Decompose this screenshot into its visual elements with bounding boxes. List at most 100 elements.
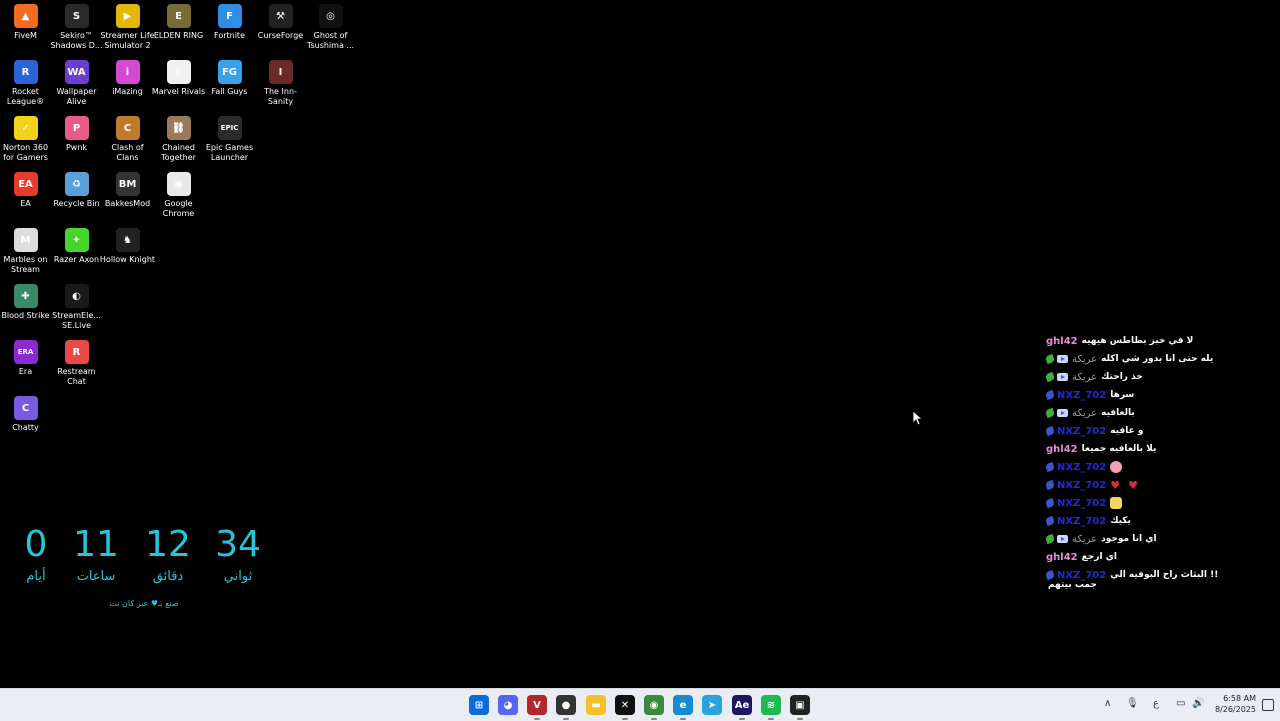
- countdown-label: أيام: [26, 569, 46, 584]
- taskbar-windows-start-icon[interactable]: ⊞: [469, 695, 489, 715]
- chat-username: NXZ_702: [1057, 515, 1107, 527]
- app-icon: ♞: [115, 228, 140, 252]
- desktop-icon-fall-guys[interactable]: FG Fall Guys: [204, 56, 255, 97]
- desktop-icon-sekiro-shadows-d[interactable]: S Sekiro™ Shadows D...: [50, 0, 103, 51]
- heart-emote-icon: ♥: [1128, 478, 1138, 492]
- chat-username: ghl42: [1046, 551, 1078, 563]
- app-icon: E: [166, 4, 191, 28]
- desktop-icon-restream-chat[interactable]: R Restream Chat: [51, 336, 102, 387]
- desktop-icon-epic-games-launcher[interactable]: EPIC Epic Games Launcher: [204, 112, 255, 163]
- desktop-icon-label: Fall Guys: [211, 87, 248, 96]
- chat-text: سرها: [1110, 390, 1135, 400]
- desktop-icon-clash-of-clans[interactable]: C Clash of Clans: [102, 112, 153, 163]
- desktop-icon-elden-ring[interactable]: E ELDEN RING: [153, 0, 204, 41]
- desktop-icon-marvel-rivals[interactable]: ▯ Marvel Rivals: [151, 56, 206, 97]
- desktop-icon-marbles-on-stream[interactable]: M Marbles on Stream: [0, 224, 51, 275]
- leaf-badge-icon: [1044, 353, 1056, 365]
- microphone-icon[interactable]: 🎙: [1126, 698, 1139, 709]
- tray-overflow-icon[interactable]: ∧: [1104, 698, 1111, 709]
- desktop-icon-fortnite[interactable]: F Fortnite: [204, 0, 255, 41]
- desktop-icon-fivem[interactable]: ▲ FiveM: [0, 0, 51, 41]
- desktop-icon-hollow-knight[interactable]: ♞ Hollow Knight: [100, 224, 155, 265]
- language-indicator[interactable]: ع: [1153, 698, 1159, 709]
- notification-icon[interactable]: [1262, 699, 1274, 711]
- desktop-icon-rocket-league[interactable]: R Rocket League®: [0, 56, 51, 107]
- countdown-label: دقائق: [152, 569, 184, 584]
- desktop-icon-razer-axon[interactable]: ✦ Razer Axon: [51, 224, 102, 265]
- desktop-icon-label: Google Chrome: [162, 199, 195, 218]
- desktop-icons: ▲ FiveM S Sekiro™ Shadows D... ▶ Streamer Lif…: [0, 0, 360, 450]
- taskbar-after-effects-icon[interactable]: Ae: [732, 695, 752, 720]
- chat-message: ghl42 لا في خبز بطاطس هيهيه: [1046, 332, 1278, 350]
- desktop-icon-label: CurseForge: [257, 31, 304, 40]
- taskbar-capcut-icon[interactable]: ✕: [615, 695, 635, 720]
- chat-username: عريكة: [1072, 407, 1098, 419]
- clock[interactable]: 6:58 AM 8/26/2025: [1215, 693, 1256, 715]
- youtube-badge-icon: [1057, 373, 1068, 381]
- taskbar-telegram-icon[interactable]: ➤: [702, 695, 722, 715]
- app-icon: BM: [115, 172, 140, 196]
- desktop-icon-imazing[interactable]: i iMazing: [102, 56, 153, 97]
- app-icon: ⛓: [166, 116, 191, 140]
- desktop-icon-bakkesmod[interactable]: BM BakkesMod: [102, 168, 153, 209]
- desktop-icon-wallpaper-alive[interactable]: WA Wallpaper Alive: [51, 56, 102, 107]
- taskbar-edge-icon[interactable]: e: [673, 695, 693, 720]
- app-icon: ✦: [64, 228, 89, 252]
- chat-message: ghl42 اي ارجع: [1046, 548, 1278, 566]
- desktop-icon-pwnk[interactable]: P Pwnk: [51, 112, 102, 153]
- chat-message: NXZ_702 ♥ ♥: [1044, 476, 1278, 494]
- clock-date: 8/26/2025: [1214, 705, 1256, 714]
- chat-text: البثاث راح البوفيه الي !!: [1110, 570, 1219, 580]
- desktop-icon-label: Marvel Rivals: [151, 87, 206, 96]
- desktop-icon-the-inn-sanity[interactable]: I The Inn-Sanity: [255, 56, 306, 107]
- taskbar-spotify-icon[interactable]: ≋: [761, 695, 781, 720]
- desktop-icon-label: Norton 360 for Gamers: [2, 143, 49, 162]
- app-icon: R: [64, 340, 89, 364]
- desktop-icon-label: Rocket League®: [6, 87, 45, 106]
- desktop-icon-chatty[interactable]: C Chatty: [0, 392, 51, 433]
- app-icon: ✓: [13, 116, 38, 140]
- desktop-icon-curseforge[interactable]: ⚒ CurseForge: [255, 0, 306, 41]
- app-icon: ▶: [115, 4, 140, 28]
- desktop-icon-streamele-se-live[interactable]: ◐ StreamEle... SE.Live: [51, 280, 102, 331]
- taskbar-file-explorer-icon[interactable]: ▬: [586, 695, 606, 715]
- desktop-icon-recycle-bin[interactable]: ♻ Recycle Bin: [51, 168, 102, 209]
- app-icon: ✚: [13, 284, 38, 308]
- app-icon: i: [115, 60, 140, 84]
- chat-message: عريكة بالعافيه: [1044, 404, 1278, 422]
- face-emote-icon: [1110, 461, 1123, 473]
- app-icon: ERA: [13, 340, 38, 364]
- app-icon: ⚒: [268, 4, 293, 28]
- desktop-icon-norton-360-for-gamers[interactable]: ✓ Norton 360 for Gamers: [0, 112, 51, 163]
- app-icon: EPIC: [217, 116, 242, 140]
- chat-text: لا في خبز بطاطس هيهيه: [1081, 336, 1194, 346]
- taskbar-obs-icon[interactable]: ●: [556, 695, 576, 720]
- app-icon: ▯: [166, 60, 191, 84]
- taskbar-chrome-icon[interactable]: ◉: [644, 695, 664, 720]
- chat-username: NXZ_702: [1057, 425, 1107, 437]
- taskbar-streamlabs-icon[interactable]: ▣: [790, 695, 810, 720]
- desktop-icon-label: Recycle Bin: [53, 199, 100, 208]
- desktop-icon-ghost-of-tsushima[interactable]: ◎ Ghost of Tsushima ...: [305, 0, 356, 51]
- chat-text: و عافيه: [1110, 426, 1144, 436]
- desktop-icon-google-chrome[interactable]: ◉ Google Chrome: [153, 168, 204, 219]
- taskbar-voice-mod-icon[interactable]: V: [527, 695, 547, 720]
- chat-text: بالعافيه: [1101, 408, 1135, 418]
- desktop-icon-streamer-life-simulator-2[interactable]: ▶ Streamer Life Simulator 2: [100, 0, 155, 51]
- taskbar-discord-icon[interactable]: ◕: [498, 695, 518, 715]
- app-icon: EA: [13, 172, 38, 196]
- desktop-icon-era[interactable]: ERA Era: [0, 336, 51, 377]
- network-icon[interactable]: ▭: [1176, 698, 1185, 709]
- chat-username: NXZ_702: [1057, 461, 1107, 473]
- desktop-icon-chained-together[interactable]: ⛓ Chained Together: [153, 112, 204, 163]
- volume-icon[interactable]: 🔊: [1192, 698, 1204, 709]
- countdown-unit: 11 ساعات: [66, 524, 126, 586]
- leaf-badge-icon: [1044, 569, 1056, 581]
- app-icon: C: [115, 116, 140, 140]
- desktop-icon-label: FiveM: [14, 31, 37, 40]
- desktop-icon-blood-strike[interactable]: ✚ Blood Strike: [0, 280, 51, 321]
- countdown-unit: 12 دقائق: [138, 524, 198, 586]
- desktop-icon-label: iMazing: [112, 87, 143, 96]
- desktop-icon-ea[interactable]: EA EA: [0, 168, 51, 209]
- desktop-icon-label: Epic Games Launcher: [205, 143, 254, 162]
